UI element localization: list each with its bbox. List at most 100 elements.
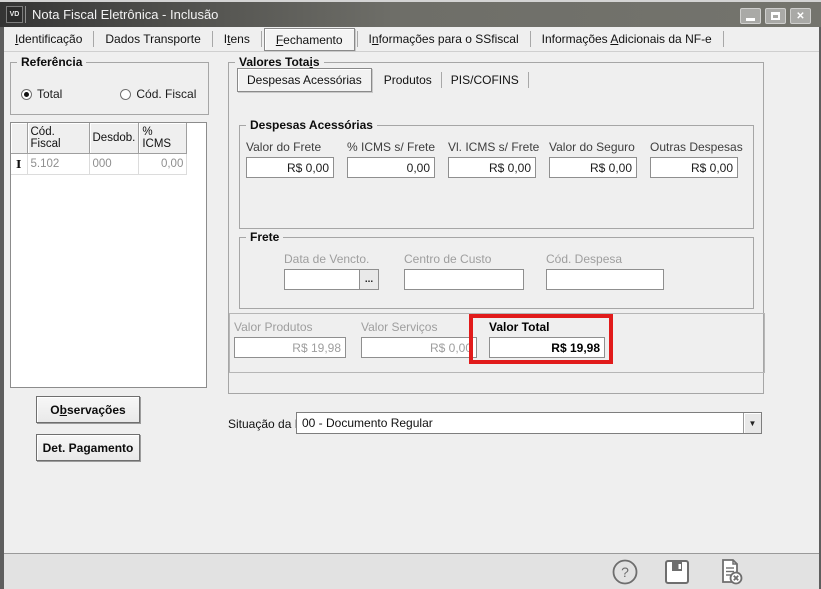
tab-separator	[261, 31, 262, 47]
window: VD Nota Fiscal Eletrônica - Inclusão ✕ I…	[0, 0, 821, 589]
group-valores-totais-title: Valores Totais	[235, 55, 324, 69]
tab-itens[interactable]: Itens	[213, 27, 261, 51]
table-header-row: Cód. Fiscal Desdob. % ICMS	[11, 123, 187, 154]
field-valor-total: Valor Total	[489, 320, 605, 358]
valor-servicos-input	[361, 337, 477, 358]
tab-separator	[723, 31, 724, 47]
group-despesas-title: Despesas Acessórias	[246, 118, 377, 132]
tab-pis-cofins[interactable]: PIS/COFINS	[442, 68, 528, 92]
field-centro-custo: Centro de Custo	[404, 252, 524, 290]
header-cod-fiscal[interactable]: Cód. Fiscal	[27, 123, 89, 154]
valor-total-input	[489, 337, 605, 358]
radio-total[interactable]: Total	[21, 87, 62, 101]
field-cod-despesa: Cód. Despesa	[546, 252, 664, 290]
header-icms[interactable]: % ICMS	[139, 123, 187, 154]
tab-informacoes-adicionais[interactable]: Informações Adicionais da NF-e	[531, 27, 723, 51]
outras-despesas-input[interactable]	[650, 157, 738, 178]
cancel-document-icon	[716, 558, 744, 586]
totals-panel: Valor Produtos Valor Serviços Valor Tota…	[229, 313, 765, 373]
close-button[interactable]: ✕	[790, 8, 811, 24]
date-picker-button: ...	[359, 269, 379, 290]
icms-frete-input[interactable]	[347, 157, 435, 178]
valor-seguro-input[interactable]	[549, 157, 637, 178]
minimize-icon	[746, 18, 755, 21]
tab-informacoes-ssfiscal[interactable]: Informações para o SSfiscal	[358, 27, 530, 51]
dropdown-arrow-button[interactable]: ▼	[743, 413, 761, 433]
data-vencto-input	[284, 269, 360, 290]
cell-cod-fiscal: 5.102	[27, 154, 89, 175]
centro-custo-input	[404, 269, 524, 290]
radio-selected-icon	[21, 89, 32, 100]
vl-icms-frete-input[interactable]	[448, 157, 536, 178]
window-title: Nota Fiscal Eletrônica - Inclusão	[32, 7, 218, 22]
outras-despesas-label: Outras Despesas	[650, 140, 738, 154]
save-icon	[663, 558, 691, 586]
header-desdob[interactable]: Desdob.	[89, 123, 139, 154]
group-valores-totais: Valores Totais Despesas Acessórias Produ…	[228, 62, 764, 394]
table-row[interactable]: I 5.102 000 0,00	[11, 154, 187, 175]
icon-separator	[25, 6, 26, 23]
field-valor-servicos: Valor Serviços	[361, 320, 477, 358]
titlebar: VD Nota Fiscal Eletrônica - Inclusão ✕	[0, 0, 821, 27]
vl-icms-frete-label: Vl. ICMS s/ Frete	[448, 140, 536, 154]
ellipsis-icon: ...	[365, 274, 373, 285]
observacoes-button[interactable]: Observações	[36, 396, 140, 423]
group-despesas-acessorias: Despesas Acessórias Valor do Frete % ICM…	[239, 125, 754, 229]
help-button[interactable]: ?	[611, 558, 639, 586]
help-icon: ?	[611, 558, 639, 586]
main-tabstrip: Identificação Dados Transporte Itens Fec…	[4, 27, 819, 52]
valor-frete-label: Valor do Frete	[246, 140, 334, 154]
field-valor-seguro: Valor do Seguro	[549, 140, 637, 178]
cell-desdob: 000	[89, 154, 139, 175]
situacao-value: 00 - Documento Regular	[297, 416, 743, 430]
tab-dados-transporte[interactable]: Dados Transporte	[94, 27, 211, 51]
minimize-button[interactable]	[740, 8, 761, 24]
bottom-toolbar	[4, 554, 819, 589]
field-icms-frete: % ICMS s/ Frete	[347, 140, 435, 178]
cell-icms: 0,00	[139, 154, 187, 175]
close-icon: ✕	[796, 11, 804, 22]
tab-fechamento[interactable]: Fechamento	[264, 28, 355, 51]
window-frame-left	[0, 27, 4, 589]
row-indicator-icon: I	[11, 154, 27, 175]
valor-total-label: Valor Total	[489, 320, 605, 334]
cod-despesa-input	[546, 269, 664, 290]
group-referencia: Referência Total Cód. Fiscal	[10, 62, 209, 115]
radio-unselected-icon	[120, 89, 131, 100]
field-valor-produtos: Valor Produtos	[234, 320, 346, 358]
header-indicator	[11, 123, 27, 154]
valor-produtos-input	[234, 337, 346, 358]
valor-produtos-label: Valor Produtos	[234, 320, 346, 334]
centro-custo-label: Centro de Custo	[404, 252, 524, 266]
det-pagamento-button[interactable]: Det. Pagamento	[36, 434, 140, 461]
group-referencia-title: Referência	[17, 55, 86, 69]
tab-identificacao[interactable]: Identificação	[4, 27, 93, 51]
tab-despesas-acessorias[interactable]: Despesas Acessórias	[237, 68, 372, 92]
maximize-button[interactable]	[765, 8, 786, 24]
situacao-select[interactable]: 00 - Documento Regular ▼	[296, 412, 762, 434]
cancel-document-button[interactable]	[716, 558, 744, 586]
tab-separator	[528, 72, 529, 88]
field-outras-despesas: Outras Despesas	[650, 140, 738, 178]
maximize-icon	[771, 12, 780, 20]
save-button[interactable]	[663, 558, 691, 586]
valor-frete-input[interactable]	[246, 157, 334, 178]
field-data-vencto: Data de Vencto. ...	[284, 252, 380, 290]
fiscal-table: Cód. Fiscal Desdob. % ICMS I 5.102 000 0…	[10, 122, 207, 388]
valores-tabstrip: Despesas Acessórias Produtos PIS/COFINS	[237, 68, 529, 92]
radio-cod-fiscal-label: Cód. Fiscal	[136, 87, 196, 101]
svg-text:?: ?	[621, 564, 629, 580]
group-frete: Frete Data de Vencto. ... Centro de Cust…	[239, 237, 754, 309]
group-frete-title: Frete	[246, 230, 283, 244]
valor-seguro-label: Valor do Seguro	[549, 140, 637, 154]
app-icon: VD	[6, 6, 23, 23]
radio-total-label: Total	[37, 87, 62, 101]
tab-produtos[interactable]: Produtos	[375, 68, 441, 92]
cod-despesa-label: Cód. Despesa	[546, 252, 664, 266]
data-vencto-label: Data de Vencto.	[284, 252, 380, 266]
radio-cod-fiscal[interactable]: Cód. Fiscal	[120, 87, 196, 101]
valor-servicos-label: Valor Serviços	[361, 320, 477, 334]
chevron-down-icon: ▼	[749, 419, 757, 428]
icms-frete-label: % ICMS s/ Frete	[347, 140, 435, 154]
field-vl-icms-frete: Vl. ICMS s/ Frete	[448, 140, 536, 178]
